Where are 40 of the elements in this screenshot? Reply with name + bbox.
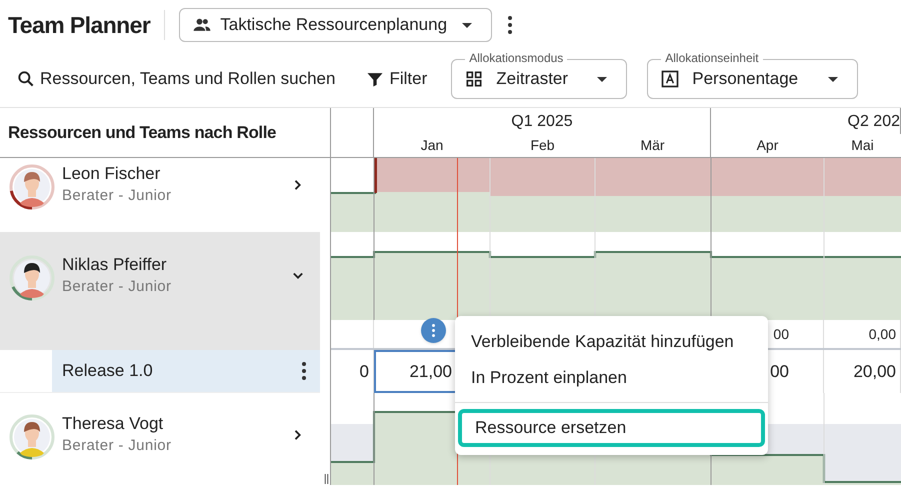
view-selector[interactable]: Taktische Ressourcenplanung bbox=[179, 8, 492, 42]
more-icon bbox=[508, 16, 512, 34]
more-icon bbox=[432, 324, 435, 337]
allocation-value: 0 bbox=[360, 360, 369, 383]
search-button[interactable]: Ressourcen, Teams und Rollen suchen bbox=[16, 66, 336, 92]
caret-icon bbox=[462, 22, 472, 28]
resource-row[interactable]: Niklas Pfeiffer Berater - Junior bbox=[0, 232, 320, 350]
avatar-icon bbox=[8, 254, 56, 302]
allocation-value: 20,00 bbox=[853, 360, 896, 383]
filter-button[interactable]: Filter bbox=[365, 66, 428, 92]
resize-handle-icon bbox=[324, 474, 329, 484]
caret-icon bbox=[597, 76, 608, 82]
grid-icon bbox=[464, 69, 484, 89]
resource-role: Berater - Junior bbox=[62, 186, 172, 206]
quarter-label: Q2 202 bbox=[848, 112, 900, 132]
resource-name: Leon Fischer bbox=[62, 163, 162, 185]
month-label: Mai bbox=[851, 136, 874, 155]
month-label: Mär bbox=[640, 136, 665, 155]
allocation-value: 00 bbox=[770, 360, 789, 383]
allocation-value: 0,00 bbox=[868, 324, 896, 344]
allocation-value: 00 bbox=[773, 324, 789, 344]
app-title: Team Planner bbox=[8, 10, 150, 40]
project-row[interactable]: Release 1.0 bbox=[52, 350, 320, 392]
avatar-icon bbox=[8, 163, 56, 211]
menu-item[interactable]: Ressource ersetzen bbox=[458, 409, 765, 447]
month-label: Feb bbox=[530, 136, 555, 155]
resource-name: Theresa Vogt bbox=[62, 413, 164, 435]
allocation-value: 21,00 bbox=[409, 360, 452, 383]
avatar-icon bbox=[8, 413, 56, 461]
resource-role: Berater - Junior bbox=[62, 277, 172, 297]
more-icon bbox=[302, 362, 306, 380]
resource-role: Berater - Junior bbox=[62, 436, 172, 456]
letter-box-icon bbox=[660, 69, 680, 89]
resource-name: Niklas Pfeiffer bbox=[62, 254, 168, 276]
month-label: Jan bbox=[420, 136, 444, 155]
search-icon bbox=[16, 69, 36, 89]
quarter-label: Q1 2025 bbox=[511, 112, 573, 132]
column-heading: Ressourcen und Teams nach Rolle bbox=[8, 122, 276, 144]
month-label: Apr bbox=[756, 136, 778, 155]
caret-icon bbox=[828, 76, 838, 82]
